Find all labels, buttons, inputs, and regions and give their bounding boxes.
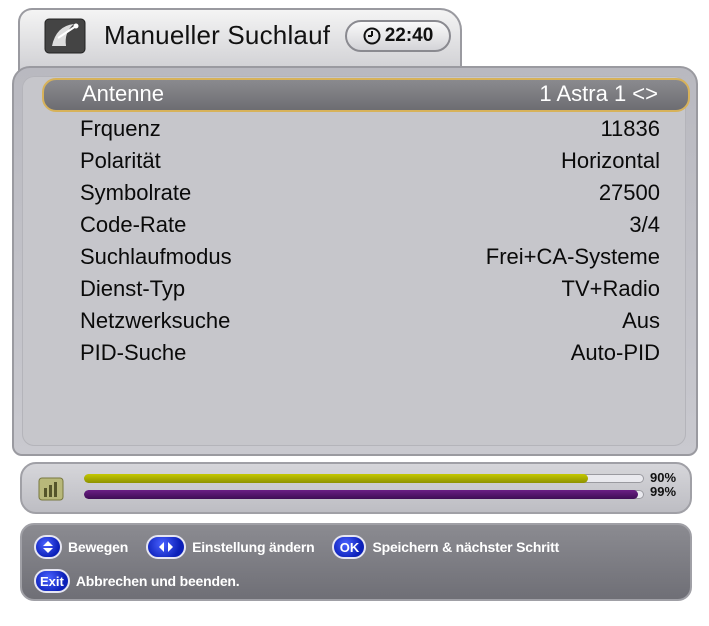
signal-strength-fill — [84, 474, 588, 483]
setting-value: 1 Astra 1 <> — [539, 81, 658, 106]
setting-label: Dienst-Typ — [80, 276, 186, 301]
signal-quality-bar — [84, 490, 644, 499]
setting-label: Code-Rate — [80, 212, 187, 237]
updown-key-icon[interactable] — [34, 535, 62, 559]
setting-row-code-rate[interactable]: Code-Rate 3/4 — [42, 210, 690, 240]
setting-label: Netzwerksuche — [80, 308, 231, 333]
help-row-exit: Exit Abbrechen und beenden. — [34, 569, 257, 593]
clock-time: 22:40 — [384, 25, 434, 46]
setting-row-pid-suche[interactable]: PID-Suche Auto-PID — [42, 338, 690, 368]
setting-label: PID-Suche — [80, 340, 187, 365]
setting-row-symbolrate[interactable]: Symbolrate 27500 — [42, 178, 690, 208]
signal-strength-percent: 90% — [650, 470, 677, 485]
setting-label: Suchlaufmodus — [80, 244, 232, 269]
satellite-dish-icon — [44, 18, 86, 54]
setting-value: Auto-PID — [570, 340, 660, 365]
setting-value: Horizontal — [560, 148, 660, 173]
help-change-text: Einstellung ändern — [192, 539, 315, 555]
setting-label: Symbolrate — [80, 180, 192, 205]
exit-key[interactable]: Exit — [34, 569, 70, 593]
leftright-key-icon[interactable] — [146, 535, 187, 559]
signal-panel: 90% 99% — [20, 462, 692, 514]
setting-label: Antenne — [82, 81, 164, 106]
setting-label: Frquenz — [80, 116, 161, 141]
help-exit-text: Abbrechen und beenden. — [75, 573, 240, 589]
setting-value: 3/4 — [629, 212, 660, 237]
setting-row-dienst-typ[interactable]: Dienst-Typ TV+Radio — [42, 274, 690, 304]
timer-icon — [363, 27, 381, 45]
help-panel: Bewegen Einstellung ändern OK Speichern … — [20, 523, 692, 601]
signal-antenna-icon — [38, 477, 64, 501]
setting-value: TV+Radio — [561, 276, 660, 301]
setting-row-frequenz[interactable]: Frquenz 11836 — [42, 114, 690, 144]
ok-key[interactable]: OK — [332, 535, 367, 559]
setting-value: Frei+CA-Systeme — [485, 244, 660, 269]
signal-quality-fill — [84, 490, 639, 499]
setting-value: Aus — [622, 308, 660, 333]
settings-list: Antenne 1 Astra 1 <> Frquenz 11836 Polar… — [22, 76, 690, 446]
setting-label: Polarität — [80, 148, 161, 173]
setting-row-polaritaet[interactable]: Polarität Horizontal — [42, 146, 690, 176]
help-row-navigation: Bewegen Einstellung ändern OK Speichern … — [34, 535, 577, 559]
signal-strength-bar — [84, 474, 644, 483]
help-save-text: Speichern & nächster Schritt — [372, 539, 560, 555]
setting-value: 11836 — [600, 116, 660, 141]
clock-badge: 22:40 — [345, 20, 451, 52]
signal-quality-percent: 99% — [650, 484, 677, 499]
setting-row-suchlaufmodus[interactable]: Suchlaufmodus Frei+CA-Systeme — [42, 242, 690, 272]
setting-row-netzwerksuche[interactable]: Netzwerksuche Aus — [42, 306, 690, 336]
setting-row-antenne[interactable]: Antenne 1 Astra 1 <> — [42, 78, 690, 112]
page-title: Manueller Suchlauf — [104, 20, 331, 50]
help-move-text: Bewegen — [68, 539, 129, 555]
setting-value: 27500 — [598, 180, 660, 205]
